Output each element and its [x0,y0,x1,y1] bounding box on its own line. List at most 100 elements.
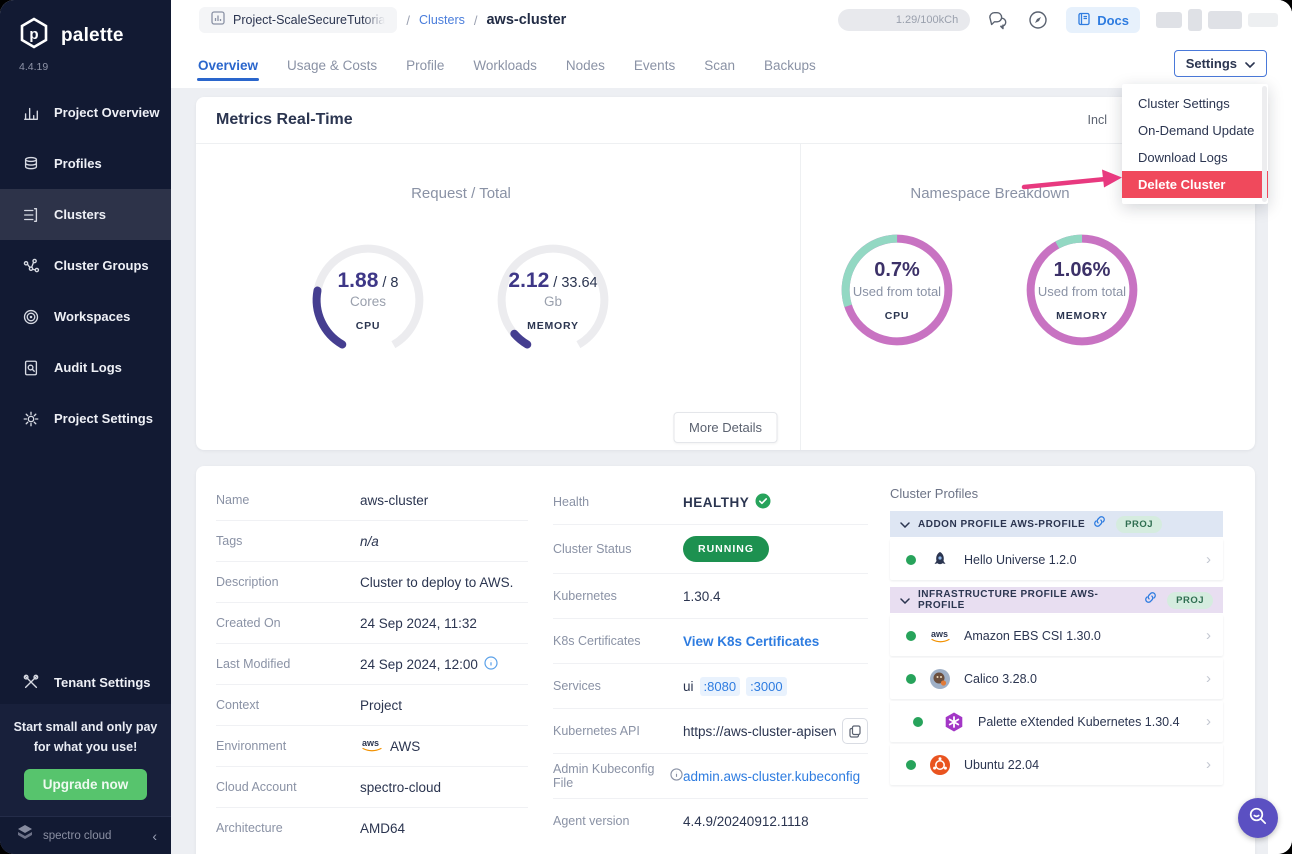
profile-layer-calico[interactable]: Calico 3.28.0 › [890,658,1223,699]
sidebar-item-project-settings[interactable]: Project Settings [0,393,171,444]
proj-scope-badge: PROJ [1167,592,1213,609]
tab-backups[interactable]: Backups [763,43,817,86]
memory-namespace-donut: 1.06% Used from total MEMORY [1020,228,1144,352]
sidebar-item-project-overview[interactable]: Project Overview [0,87,171,138]
addon-profile-section-header[interactable]: ADDON PROFILE AWS-PROFILE PROJ [890,511,1223,537]
cluster-tabbar: Overview Usage & Costs Profile Workloads… [171,40,1292,88]
compass-icon[interactable] [1026,8,1050,32]
sidebar-nav: Project Overview Profiles Clusters Clust… [0,87,171,444]
info-row-cloud-account: Cloud Account spectro-cloud [216,767,528,808]
book-icon [1077,12,1091,29]
healthy-dot-icon [906,760,916,770]
info-row-environment: Environment aws AWS [216,726,528,767]
tab-nodes[interactable]: Nodes [565,43,606,86]
service-port-8080-link[interactable]: :8080 [700,677,741,696]
project-selector-pill[interactable]: Project-ScaleSecureTutoria [199,7,397,33]
cpu-request-gauge: 1.88 / 8 Cores CPU [306,238,430,362]
status-row-services: Services ui :8080 :3000 [553,664,868,709]
metrics-realtime-card: Metrics Real-Time Incl Request / Total N… [196,97,1255,450]
docs-button[interactable]: Docs [1066,7,1140,33]
profile-layer-hello-universe[interactable]: Hello Universe 1.2.0 › [890,539,1223,580]
tab-overview[interactable]: Overview [197,43,259,86]
sidebar-item-profiles[interactable]: Profiles [0,138,171,189]
aws-logo-icon: aws [360,737,384,755]
redacted-user-area[interactable] [1156,9,1278,31]
status-row-cluster-status: Cluster Status RUNNING [553,525,868,574]
palette-kubernetes-icon [942,710,966,734]
chat-bubbles-icon[interactable] [986,8,1010,32]
chevron-right-icon: › [1206,627,1211,644]
menu-item-on-demand-update[interactable]: On-Demand Update [1122,117,1268,144]
collapse-sidebar-chevron-icon[interactable]: ‹ [152,829,157,843]
cluster-profiles-panel: Cluster Profiles ADDON PROFILE AWS-PROFI… [890,480,1223,787]
ubuntu-logo-icon [928,753,952,777]
menu-item-download-logs[interactable]: Download Logs [1122,144,1268,171]
cluster-profiles-title: Cluster Profiles [890,486,1223,501]
status-row-kubernetes: Kubernetes 1.30.4 [553,574,868,619]
sidebar-item-audit-logs[interactable]: Audit Logs [0,342,171,393]
sidebar-item-tenant-settings[interactable]: Tenant Settings [0,660,171,704]
sidebar-footer: spectro cloud ‹ [0,816,171,854]
view-k8s-certificates-link[interactable]: View K8s Certificates [683,634,819,649]
profile-layer-ubuntu[interactable]: Ubuntu 22.04 › [890,744,1223,785]
menu-item-cluster-settings[interactable]: Cluster Settings [1122,90,1268,117]
breadcrumb-clusters-link[interactable]: Clusters [419,13,465,27]
settings-button[interactable]: Settings [1174,50,1267,77]
brand-logo: p palette [0,0,171,57]
tab-scan[interactable]: Scan [703,43,736,86]
chevron-right-icon: › [1206,756,1211,773]
top-header: Project-ScaleSecureTutoria / Clusters / … [171,0,1292,40]
info-icon[interactable] [484,656,498,673]
svg-text:aws: aws [931,629,948,639]
running-status-pill: RUNNING [683,536,769,562]
copy-api-url-button[interactable] [842,718,868,744]
kubeconfig-download-link[interactable]: admin.aws-cluster.kubeconfig [683,769,860,784]
tab-usage-costs[interactable]: Usage & Costs [286,43,378,86]
layers-stack-icon [21,154,41,174]
healthy-dot-icon [906,631,916,641]
more-details-button[interactable]: More Details [673,412,778,443]
info-row-tags: Tags n/a [216,521,528,562]
tab-profile[interactable]: Profile [405,43,445,86]
cluster-info-column: Name aws-cluster Tags n/a Description Cl… [216,480,528,848]
healthy-dot-icon [906,674,916,684]
link-icon [1144,591,1157,609]
brand-name: palette [61,25,124,47]
sidebar-bottom: Tenant Settings Start small and only pay… [0,660,171,854]
upgrade-now-button[interactable]: Upgrade now [24,769,148,800]
help-search-fab[interactable] [1238,798,1278,838]
project-chart-icon [211,11,225,30]
healthy-dot-icon [906,710,930,734]
infrastructure-profile-section-header[interactable]: INFRASTRUCTURE PROFILE AWS-PROFILE PROJ [890,587,1223,613]
info-row-architecture: Architecture AMD64 [216,808,528,848]
calico-logo-icon [928,667,952,691]
tab-events[interactable]: Events [633,43,676,86]
sidebar-item-workspaces[interactable]: Workspaces [0,291,171,342]
cluster-status-column: Health HEALTHY Cluster Status RUNNING [553,480,868,843]
proj-scope-badge: PROJ [1116,516,1162,533]
breadcrumb-separator: / [474,13,478,28]
hello-universe-icon [928,548,952,572]
profile-layer-amazon-ebs-csi[interactable]: aws Amazon EBS CSI 1.30.0 › [890,615,1223,656]
profile-layer-palette-kubernetes[interactable]: Palette eXtended Kubernetes 1.30.4 › [890,701,1223,742]
sidebar-item-clusters[interactable]: Clusters [0,189,171,240]
gear-icon [21,409,41,429]
project-name: Project-ScaleSecureTutoria [233,13,385,27]
header-actions: 1.29/100kCh Docs [838,7,1278,33]
app-window: p palette 4.4.19 Project Overview Profil… [0,0,1292,854]
spectro-cloud-logo-icon [15,824,35,847]
info-icon[interactable] [670,768,683,784]
sidebar-item-cluster-groups[interactable]: Cluster Groups [0,240,171,291]
chevron-down-icon [1245,56,1255,71]
chevron-right-icon: › [1206,670,1211,687]
app-version: 4.4.19 [0,57,171,87]
palette-logo-icon: p [17,16,51,55]
request-total-title: Request / Total [196,185,726,202]
service-port-3000-link[interactable]: :3000 [746,677,787,696]
status-row-health: Health HEALTHY [553,480,868,525]
menu-item-delete-cluster[interactable]: Delete Cluster [1122,171,1268,198]
info-row-context: Context Project [216,685,528,726]
tab-workloads[interactable]: Workloads [472,43,538,86]
status-row-agent-version: Agent version 4.4.9/20240912.1118 [553,799,868,843]
info-row-name: Name aws-cluster [216,480,528,521]
